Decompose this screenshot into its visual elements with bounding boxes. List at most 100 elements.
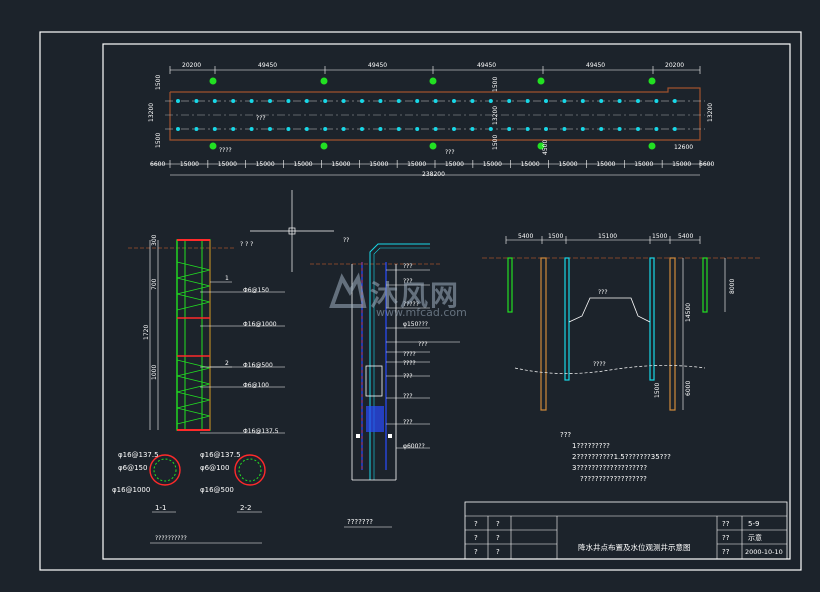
tb-cell-2: ? xyxy=(496,520,500,528)
well-point xyxy=(525,127,530,131)
plan-top-dim-4: 49450 xyxy=(477,62,496,69)
well-point xyxy=(599,127,604,131)
well-point xyxy=(415,127,420,131)
well-point xyxy=(396,127,401,131)
well-point xyxy=(231,99,236,103)
profile-dim-2: 1500 xyxy=(548,233,563,240)
plan-right-dim: 13200 xyxy=(707,103,714,122)
column-anno-4: Φ6@100 xyxy=(243,382,269,389)
plan-top-dim-5: 49450 xyxy=(586,62,605,69)
well-point xyxy=(212,99,217,103)
plan-left-dim-3: 1500 xyxy=(155,133,162,148)
well-point xyxy=(562,127,567,131)
tb-right-label-1: ?? xyxy=(722,520,730,528)
column-anno-5: Φ16@137.5 xyxy=(243,428,279,435)
well-point xyxy=(488,99,493,103)
tb-cell-6: ? xyxy=(496,548,500,556)
tb-right-label-2: ?? xyxy=(722,534,730,542)
well-point xyxy=(396,99,401,103)
plan-mid-dim-3: 1500 xyxy=(492,135,499,150)
s1-label-3: φ16@1000 xyxy=(112,486,150,494)
plan-mid-dim-1: 1500 xyxy=(492,77,499,92)
well-point xyxy=(249,127,254,131)
well-point xyxy=(507,127,512,131)
plan-mid-dim-2: 13200 xyxy=(492,106,499,125)
well-point xyxy=(580,127,585,131)
plan-bottom-dim: 15000 xyxy=(521,161,540,168)
well-point xyxy=(176,99,180,103)
profile-dim-1: 5400 xyxy=(518,233,533,240)
plan-bottom-dim: 15000 xyxy=(559,161,578,168)
tb-cell-1: ? xyxy=(474,520,478,528)
plan-bottom-dim: 15000 xyxy=(218,161,237,168)
notes-line-3: 3??????????????????? xyxy=(572,464,647,472)
well-point xyxy=(286,127,291,131)
profile-vdim-1: 8000 xyxy=(729,279,736,294)
s1-title: 1-1 xyxy=(155,504,166,512)
notes-line-1: 1????????? xyxy=(572,442,610,450)
column-top-dim: 300 xyxy=(151,234,158,246)
column-anno-3: Φ16@500 xyxy=(243,362,273,369)
well-point xyxy=(341,99,346,103)
tb-scale: 示意 xyxy=(748,533,762,542)
profile-vdim-2: 14500 xyxy=(685,303,692,322)
plan-bottom-dim: 15000 xyxy=(672,161,691,168)
well-point xyxy=(488,127,493,131)
well-point xyxy=(268,99,272,103)
plan-edge-left: 6600 xyxy=(150,161,165,168)
tb-drawing-no: 5-9 xyxy=(748,520,759,528)
well-point xyxy=(176,127,180,131)
plan-bottom-dim: 15000 xyxy=(445,161,464,168)
plan-bottom-dim: 15000 xyxy=(256,161,275,168)
column-anno-1: Φ6@150 xyxy=(243,287,269,294)
well-point xyxy=(672,127,677,131)
tb-cell-5: ? xyxy=(474,548,478,556)
plan-bottom-dim: 15000 xyxy=(331,161,350,168)
plan-bottom-dim: 15000 xyxy=(596,161,615,168)
well-label-1: ??? xyxy=(403,263,413,270)
well-top-label: ?? xyxy=(343,237,349,244)
well-label-10: ??? xyxy=(403,419,413,426)
well-point xyxy=(360,127,364,131)
well-point xyxy=(194,99,199,103)
well-point xyxy=(452,99,456,103)
plan-edge-right: 6600 xyxy=(699,161,714,168)
profile-inner-label: ??? xyxy=(598,289,608,296)
well-point xyxy=(544,99,548,103)
plan-inner-label: ??? xyxy=(256,115,266,122)
well-point xyxy=(378,127,383,131)
well-label-6: ???? xyxy=(403,351,416,358)
column-dim-1: 700 xyxy=(151,278,158,290)
plan-left-dim-2: 1500 xyxy=(155,75,162,90)
tb-cell-4: ? xyxy=(496,534,500,542)
column-ground-label: ? ? ? xyxy=(240,241,253,248)
well-point xyxy=(304,99,309,103)
plan-top-dim-2: 49450 xyxy=(258,62,277,69)
plan-small-mark: 4500 xyxy=(542,140,549,155)
section-mark-2a: 2 xyxy=(225,360,229,367)
s2-label-1: φ16@137.5 xyxy=(200,451,241,459)
well-caption: ??????? xyxy=(347,518,373,526)
well-point xyxy=(323,99,328,103)
well-point xyxy=(249,99,254,103)
plan-bottom-dim: 15000 xyxy=(483,161,502,168)
watermark-url: www.mfcad.com xyxy=(376,306,467,319)
well-label-11: φ600?? xyxy=(403,443,425,450)
well-point xyxy=(231,127,236,131)
profile-dim-5: 5400 xyxy=(678,233,693,240)
well-point xyxy=(470,127,475,131)
notes-line-2: 2??????????1.5???????35??? xyxy=(572,453,671,461)
s1-label-2: φ6@150 xyxy=(118,464,147,472)
profile-dim-4: 1500 xyxy=(652,233,667,240)
well-point xyxy=(341,127,346,131)
well-label-4: φ150??? xyxy=(403,321,428,328)
column-dim-3: 1000 xyxy=(151,365,158,380)
notes-title: ??? xyxy=(560,431,571,439)
plan-total: 238200 xyxy=(422,171,445,178)
well-point xyxy=(415,99,420,103)
plan-bottom-dim: 15000 xyxy=(369,161,388,168)
well-point xyxy=(672,99,677,103)
well-point xyxy=(360,99,364,103)
section-mark-1a: 1 xyxy=(225,275,229,282)
well-point xyxy=(544,127,548,131)
